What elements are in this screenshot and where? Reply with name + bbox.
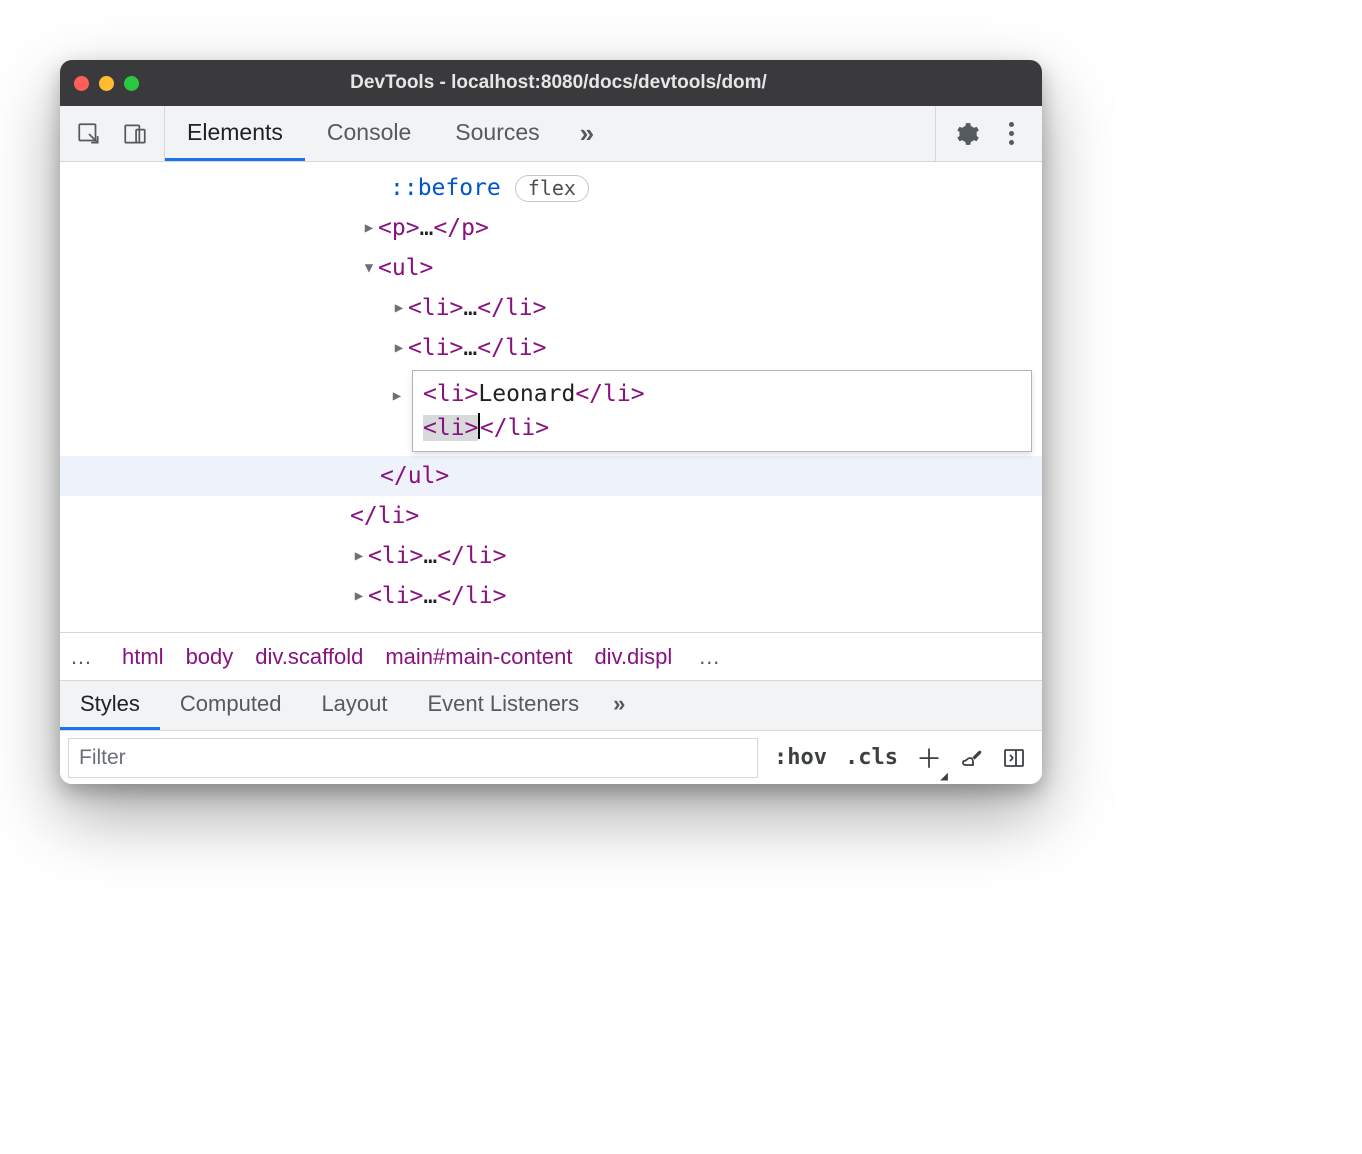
breadcrumb-item-div-displ[interactable]: div.displ (594, 644, 672, 670)
inspect-icon[interactable] (74, 119, 104, 149)
titlebar: DevTools - localhost:8080/docs/devtools/… (60, 60, 1042, 106)
node-li[interactable]: <li>…</li> (60, 288, 1042, 328)
main-toolbar: Elements Console Sources » (60, 106, 1042, 162)
gear-icon[interactable] (950, 117, 984, 151)
expand-caret-icon[interactable] (350, 536, 368, 576)
tab-sources[interactable]: Sources (433, 106, 561, 161)
breadcrumb-item-div-scaffold[interactable]: div.scaffold (255, 644, 363, 670)
toggle-classes-button[interactable]: .cls (845, 745, 898, 770)
styles-filter-input[interactable]: Filter (68, 738, 758, 778)
node-li[interactable]: <li>…</li> (60, 576, 1042, 616)
edit-line-2: <li></li> (423, 411, 1021, 445)
tab-styles[interactable]: Styles (60, 681, 160, 730)
node-p[interactable]: <p>…</p> (60, 208, 1042, 248)
edit-html-box[interactable]: <li>Leonard</li> <li></li> (412, 370, 1032, 452)
filter-placeholder: Filter (79, 746, 126, 770)
toggle-hover-button[interactable]: :hov (774, 745, 827, 770)
window-title: DevTools - localhost:8080/docs/devtools/… (149, 72, 968, 94)
node-ul[interactable]: <ul> (60, 248, 1042, 288)
zoom-window-button[interactable] (124, 76, 139, 91)
computed-styles-icon[interactable] (960, 746, 984, 770)
tab-layout[interactable]: Layout (301, 681, 407, 730)
more-tabs-icon[interactable]: » (599, 681, 639, 730)
breadcrumb-item-main[interactable]: main#main-content (385, 644, 572, 670)
breadcrumb[interactable]: … html body div.scaffold main#main-conte… (60, 632, 1042, 680)
breadcrumb-item-body[interactable]: body (186, 644, 234, 670)
tab-computed[interactable]: Computed (160, 681, 302, 730)
expand-caret-icon[interactable] (360, 208, 378, 248)
styles-toolbar: Filter :hov .cls ＋◢ (60, 730, 1042, 784)
chevron-down-icon: ◢ (940, 769, 948, 784)
breadcrumb-leading-ellipsis[interactable]: … (64, 644, 100, 670)
tab-elements[interactable]: Elements (165, 106, 305, 161)
flex-badge[interactable]: flex (515, 175, 589, 202)
expand-caret-icon[interactable] (388, 376, 406, 416)
dom-tree[interactable]: ::before flex <p>…</p> <ul> <li>…</li> <… (60, 162, 1042, 632)
traffic-lights (74, 76, 139, 91)
edit-html-container: <li>Leonard</li> <li></li> (60, 368, 1042, 456)
more-tabs-icon[interactable]: » (562, 106, 612, 161)
expand-caret-icon[interactable] (390, 328, 408, 368)
pseudo-before[interactable]: ::before flex (60, 168, 1042, 208)
kebab-icon[interactable] (994, 117, 1028, 151)
panel-tabs: Elements Console Sources (165, 106, 562, 161)
node-li[interactable]: <li>…</li> (60, 328, 1042, 368)
new-style-rule-button[interactable]: ＋◢ (916, 739, 942, 776)
collapse-caret-icon[interactable] (360, 248, 378, 288)
breadcrumb-item-html[interactable]: html (122, 644, 164, 670)
style-actions: :hov .cls ＋◢ (758, 739, 1042, 776)
tab-console[interactable]: Console (305, 106, 433, 161)
close-window-button[interactable] (74, 76, 89, 91)
devtools-window: DevTools - localhost:8080/docs/devtools/… (60, 60, 1042, 784)
breadcrumb-trailing-ellipsis[interactable]: … (694, 644, 726, 670)
node-li[interactable]: <li>…</li> (60, 536, 1042, 576)
edit-line-1: <li>Leonard</li> (423, 377, 1021, 411)
node-ul-close[interactable]: </ul> (60, 456, 1042, 496)
tab-event-listeners[interactable]: Event Listeners (408, 681, 600, 730)
minimize-window-button[interactable] (99, 76, 114, 91)
styles-panel-tabs: Styles Computed Layout Event Listeners » (60, 680, 1042, 730)
toolbar-left (60, 106, 165, 161)
expand-caret-icon[interactable] (350, 576, 368, 616)
expand-caret-icon[interactable] (390, 288, 408, 328)
toggle-sidebar-icon[interactable] (1002, 746, 1026, 770)
device-toolbar-icon[interactable] (120, 119, 150, 149)
node-li-close[interactable]: </li> (60, 496, 1042, 536)
toolbar-right (935, 106, 1042, 161)
